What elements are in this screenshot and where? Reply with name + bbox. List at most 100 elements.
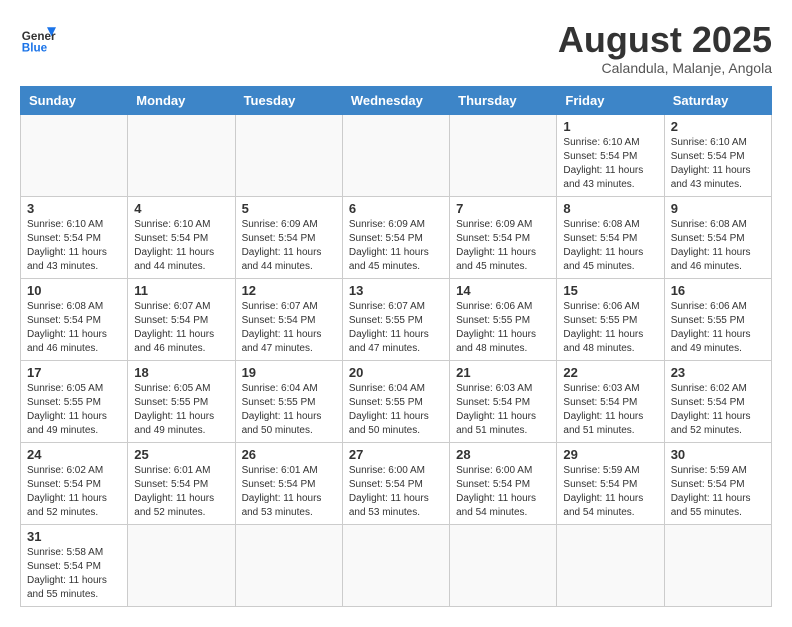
day-number: 20 bbox=[349, 365, 443, 380]
day-info: Sunrise: 6:08 AM Sunset: 5:54 PM Dayligh… bbox=[27, 300, 121, 356]
day-number: 15 bbox=[563, 283, 657, 298]
day-number: 26 bbox=[242, 447, 336, 462]
day-header-tuesday: Tuesday bbox=[235, 86, 342, 114]
calendar-cell: 5 Sunrise: 6:09 AM Sunset: 5:54 PM Daylig… bbox=[235, 196, 342, 278]
day-header-saturday: Saturday bbox=[664, 86, 771, 114]
calendar-cell: 26 Sunrise: 6:01 AM Sunset: 5:54 PM Dayli… bbox=[235, 442, 342, 524]
day-number: 18 bbox=[134, 365, 228, 380]
calendar-cell: 29 Sunrise: 5:59 AM Sunset: 5:54 PM Dayli… bbox=[557, 442, 664, 524]
day-info: Sunrise: 6:06 AM Sunset: 5:55 PM Dayligh… bbox=[456, 300, 550, 356]
calendar-header-row: SundayMondayTuesdayWednesdayThursdayFrid… bbox=[21, 86, 772, 114]
calendar-cell: 2Sunrise: 6:10 AM Sunset: 5:54 PM Daylig… bbox=[664, 114, 771, 196]
day-info: Sunrise: 6:01 AM Sunset: 5:54 PM Dayligh… bbox=[134, 464, 228, 520]
day-number: 29 bbox=[563, 447, 657, 462]
calendar-table: SundayMondayTuesdayWednesdayThursdayFrid… bbox=[20, 86, 772, 607]
calendar-cell bbox=[235, 114, 342, 196]
calendar-cell bbox=[342, 114, 449, 196]
calendar-cell: 23Sunrise: 6:02 AM Sunset: 5:54 PM Dayli… bbox=[664, 360, 771, 442]
page-header: General Blue August 2025 Calandula, Mala… bbox=[20, 20, 772, 76]
day-number: 25 bbox=[134, 447, 228, 462]
day-info: Sunrise: 6:07 AM Sunset: 5:54 PM Dayligh… bbox=[134, 300, 228, 356]
calendar-cell: 7Sunrise: 6:09 AM Sunset: 5:54 PM Daylig… bbox=[450, 196, 557, 278]
calendar-cell: 24 Sunrise: 6:02 AM Sunset: 5:54 PM Dayli… bbox=[21, 442, 128, 524]
day-info: Sunrise: 6:07 AM Sunset: 5:55 PM Dayligh… bbox=[349, 300, 443, 356]
calendar-cell: 3 Sunrise: 6:10 AM Sunset: 5:54 PM Daylig… bbox=[21, 196, 128, 278]
day-number: 3 bbox=[27, 201, 121, 216]
day-number: 13 bbox=[349, 283, 443, 298]
calendar-cell: 28 Sunrise: 6:00 AM Sunset: 5:54 PM Dayli… bbox=[450, 442, 557, 524]
title-area: August 2025 Calandula, Malanje, Angola bbox=[558, 20, 772, 76]
calendar-cell: 20 Sunrise: 6:04 AM Sunset: 5:55 PM Dayli… bbox=[342, 360, 449, 442]
day-info: Sunrise: 6:00 AM Sunset: 5:54 PM Dayligh… bbox=[456, 464, 550, 520]
calendar-cell: 25 Sunrise: 6:01 AM Sunset: 5:54 PM Dayli… bbox=[128, 442, 235, 524]
calendar-cell bbox=[21, 114, 128, 196]
day-info: Sunrise: 6:10 AM Sunset: 5:54 PM Dayligh… bbox=[134, 218, 228, 274]
calendar-cell: 12Sunrise: 6:07 AM Sunset: 5:54 PM Dayli… bbox=[235, 278, 342, 360]
calendar-week-0: 1Sunrise: 6:10 AM Sunset: 5:54 PM Daylig… bbox=[21, 114, 772, 196]
calendar-cell bbox=[128, 524, 235, 606]
calendar-week-3: 17 Sunrise: 6:05 AM Sunset: 5:55 PM Dayli… bbox=[21, 360, 772, 442]
calendar-cell bbox=[450, 114, 557, 196]
day-info: Sunrise: 6:10 AM Sunset: 5:54 PM Dayligh… bbox=[563, 136, 657, 192]
day-info: Sunrise: 6:02 AM Sunset: 5:54 PM Dayligh… bbox=[27, 464, 121, 520]
calendar-cell: 16Sunrise: 6:06 AM Sunset: 5:55 PM Dayli… bbox=[664, 278, 771, 360]
calendar-cell bbox=[128, 114, 235, 196]
month-title: August 2025 bbox=[558, 20, 772, 60]
calendar-cell: 6Sunrise: 6:09 AM Sunset: 5:54 PM Daylig… bbox=[342, 196, 449, 278]
day-info: Sunrise: 6:08 AM Sunset: 5:54 PM Dayligh… bbox=[671, 218, 765, 274]
calendar-cell: 11 Sunrise: 6:07 AM Sunset: 5:54 PM Dayli… bbox=[128, 278, 235, 360]
calendar-cell: 8Sunrise: 6:08 AM Sunset: 5:54 PM Daylig… bbox=[557, 196, 664, 278]
day-header-friday: Friday bbox=[557, 86, 664, 114]
logo: General Blue bbox=[20, 20, 56, 56]
day-number: 31 bbox=[27, 529, 121, 544]
day-number: 30 bbox=[671, 447, 765, 462]
calendar-cell bbox=[450, 524, 557, 606]
day-number: 11 bbox=[134, 283, 228, 298]
calendar-cell: 22 Sunrise: 6:03 AM Sunset: 5:54 PM Dayli… bbox=[557, 360, 664, 442]
svg-text:Blue: Blue bbox=[22, 42, 48, 55]
calendar-cell: 1Sunrise: 6:10 AM Sunset: 5:54 PM Daylig… bbox=[557, 114, 664, 196]
calendar-week-1: 3 Sunrise: 6:10 AM Sunset: 5:54 PM Daylig… bbox=[21, 196, 772, 278]
day-info: Sunrise: 6:05 AM Sunset: 5:55 PM Dayligh… bbox=[134, 382, 228, 438]
calendar-cell bbox=[342, 524, 449, 606]
calendar-cell bbox=[664, 524, 771, 606]
day-number: 14 bbox=[456, 283, 550, 298]
day-number: 7 bbox=[456, 201, 550, 216]
day-number: 5 bbox=[242, 201, 336, 216]
day-header-wednesday: Wednesday bbox=[342, 86, 449, 114]
day-info: Sunrise: 6:03 AM Sunset: 5:54 PM Dayligh… bbox=[563, 382, 657, 438]
day-number: 10 bbox=[27, 283, 121, 298]
location-title: Calandula, Malanje, Angola bbox=[558, 60, 772, 76]
day-number: 17 bbox=[27, 365, 121, 380]
day-info: Sunrise: 5:59 AM Sunset: 5:54 PM Dayligh… bbox=[563, 464, 657, 520]
day-number: 4 bbox=[134, 201, 228, 216]
day-number: 12 bbox=[242, 283, 336, 298]
day-info: Sunrise: 6:09 AM Sunset: 5:54 PM Dayligh… bbox=[242, 218, 336, 274]
day-info: Sunrise: 6:10 AM Sunset: 5:54 PM Dayligh… bbox=[27, 218, 121, 274]
day-info: Sunrise: 6:01 AM Sunset: 5:54 PM Dayligh… bbox=[242, 464, 336, 520]
calendar-cell: 31Sunrise: 5:58 AM Sunset: 5:54 PM Dayli… bbox=[21, 524, 128, 606]
calendar-cell: 4 Sunrise: 6:10 AM Sunset: 5:54 PM Daylig… bbox=[128, 196, 235, 278]
calendar-cell: 15 Sunrise: 6:06 AM Sunset: 5:55 PM Dayli… bbox=[557, 278, 664, 360]
day-number: 28 bbox=[456, 447, 550, 462]
calendar-cell bbox=[235, 524, 342, 606]
calendar-cell: 13 Sunrise: 6:07 AM Sunset: 5:55 PM Dayli… bbox=[342, 278, 449, 360]
day-number: 19 bbox=[242, 365, 336, 380]
day-info: Sunrise: 6:08 AM Sunset: 5:54 PM Dayligh… bbox=[563, 218, 657, 274]
calendar-week-2: 10 Sunrise: 6:08 AM Sunset: 5:54 PM Dayli… bbox=[21, 278, 772, 360]
calendar-cell: 14 Sunrise: 6:06 AM Sunset: 5:55 PM Dayli… bbox=[450, 278, 557, 360]
day-number: 21 bbox=[456, 365, 550, 380]
day-info: Sunrise: 6:03 AM Sunset: 5:54 PM Dayligh… bbox=[456, 382, 550, 438]
day-number: 16 bbox=[671, 283, 765, 298]
day-number: 22 bbox=[563, 365, 657, 380]
day-info: Sunrise: 6:06 AM Sunset: 5:55 PM Dayligh… bbox=[563, 300, 657, 356]
calendar-cell: 19Sunrise: 6:04 AM Sunset: 5:55 PM Dayli… bbox=[235, 360, 342, 442]
day-info: Sunrise: 6:04 AM Sunset: 5:55 PM Dayligh… bbox=[349, 382, 443, 438]
day-number: 24 bbox=[27, 447, 121, 462]
calendar-cell: 17Sunrise: 6:05 AM Sunset: 5:55 PM Dayli… bbox=[21, 360, 128, 442]
day-info: Sunrise: 6:00 AM Sunset: 5:54 PM Dayligh… bbox=[349, 464, 443, 520]
day-header-thursday: Thursday bbox=[450, 86, 557, 114]
day-number: 9 bbox=[671, 201, 765, 216]
logo-icon: General Blue bbox=[20, 20, 56, 56]
day-header-monday: Monday bbox=[128, 86, 235, 114]
